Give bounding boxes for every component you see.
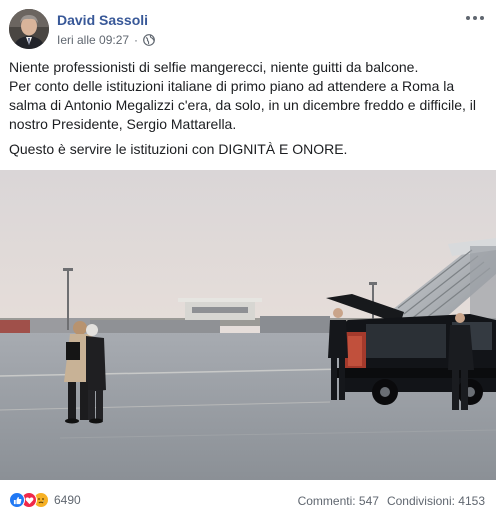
like-icon	[9, 492, 25, 508]
reactions-summary[interactable]: 6490	[9, 492, 81, 508]
comments-count-link[interactable]: Commenti: 547	[298, 493, 379, 509]
post-photo[interactable]	[0, 170, 496, 480]
meta-separator: ·	[134, 33, 139, 47]
post-text: Niente professionisti di selfie mangerec…	[9, 58, 489, 159]
more-options-icon[interactable]	[462, 8, 488, 28]
avatar-image	[9, 9, 49, 49]
author-name[interactable]: David Sassoli	[57, 12, 148, 28]
post-text-line: salma di Antonio Megalizzi c'era, da sol…	[9, 97, 476, 113]
shares-count-link[interactable]: Condivisioni: 4153	[387, 493, 485, 509]
post-closing-line: Questo è servire le istituzioni con DIGN…	[9, 141, 348, 157]
airport-tarmac-image	[0, 170, 496, 480]
globe-icon[interactable]	[143, 34, 155, 46]
post-footer: 6490 Commenti: 547 Condivisioni: 4153	[0, 486, 496, 516]
post-text-line: Niente professionisti di selfie mangerec…	[9, 59, 419, 75]
post-header: David Sassoli Ieri alle 09:27 ·	[0, 0, 496, 56]
post-text-line: nostro Presidente, Sergio Mattarella.	[9, 116, 237, 132]
facebook-post: David Sassoli Ieri alle 09:27 · Niente p…	[0, 0, 496, 520]
engagement-counts: Commenti: 547 Condivisioni: 4153	[298, 493, 485, 509]
post-timestamp[interactable]: Ieri alle 09:27	[57, 32, 129, 48]
author-avatar[interactable]	[9, 9, 49, 49]
post-text-line: Per conto delle istituzioni italiane di …	[9, 78, 455, 94]
post-meta: Ieri alle 09:27 ·	[57, 32, 155, 48]
reaction-count: 6490	[54, 493, 81, 507]
